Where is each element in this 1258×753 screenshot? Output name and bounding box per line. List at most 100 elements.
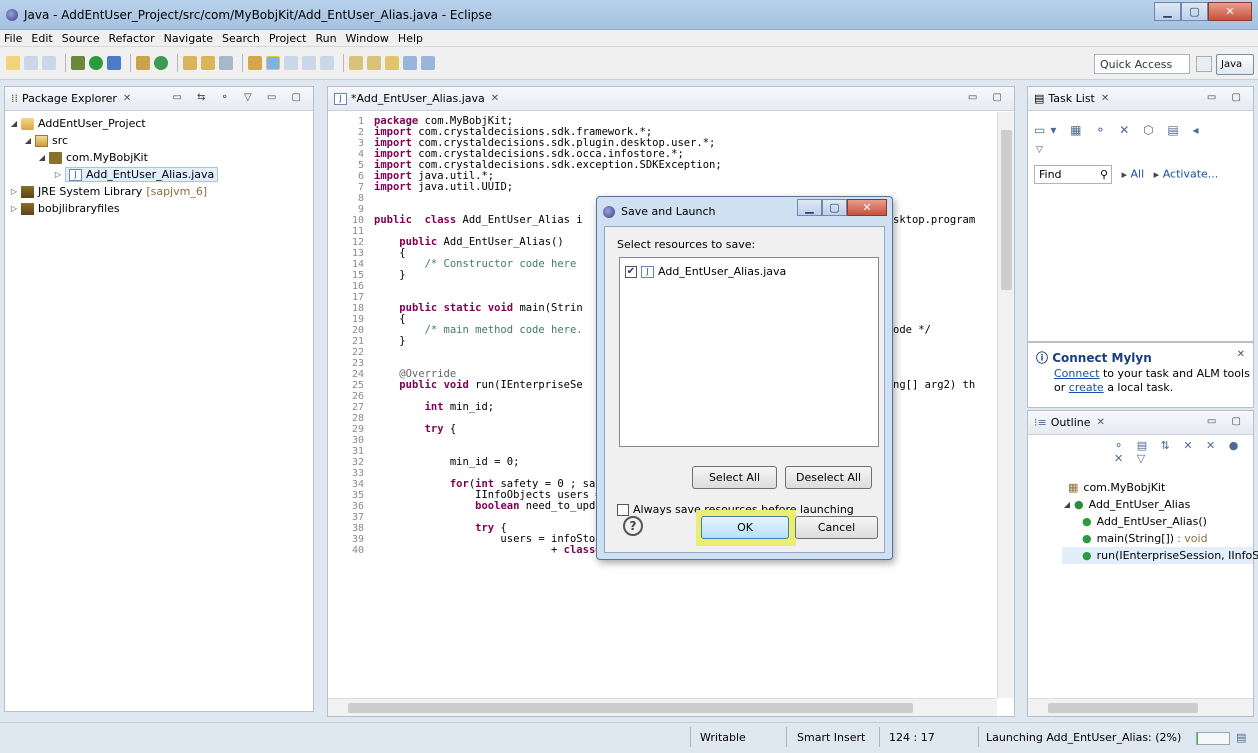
- open-perspective-icon[interactable]: [1196, 56, 1212, 72]
- menu-help[interactable]: Help: [398, 32, 423, 45]
- forward-icon[interactable]: [421, 56, 435, 70]
- menu-project[interactable]: Project: [269, 32, 307, 45]
- close-icon[interactable]: ✕: [1237, 349, 1245, 360]
- view-controls[interactable]: ▭ ⇆ ⚬ ▽ ▭ ▢: [172, 92, 307, 103]
- vertical-scrollbar[interactable]: [997, 112, 1014, 698]
- minimize-button[interactable]: ▁: [1154, 2, 1181, 21]
- new-class-icon[interactable]: [154, 56, 168, 70]
- horizontal-scrollbar[interactable]: [328, 698, 997, 716]
- outline-item[interactable]: ◢ ● Add_EntUser_Alias: [1062, 496, 1253, 513]
- block-selection-icon[interactable]: [302, 56, 316, 70]
- debug-icon[interactable]: [71, 56, 85, 70]
- tree-item-src[interactable]: ◢ src: [9, 132, 313, 149]
- toggle-mark-icon[interactable]: [248, 56, 262, 70]
- line-number: 32: [351, 457, 364, 468]
- close-button[interactable]: ✕: [1208, 2, 1252, 21]
- java-perspective-label: Java: [1221, 59, 1243, 70]
- menu-navigate[interactable]: Navigate: [164, 32, 213, 45]
- outline-item[interactable]: ● run(IEnterpriseSession, IInfoS: [1062, 547, 1258, 564]
- activate-link[interactable]: Activate...: [1163, 168, 1219, 181]
- view-menu-icon[interactable]: ▽: [1036, 145, 1043, 155]
- help-icon[interactable]: ?: [623, 516, 643, 536]
- word-wrap-icon[interactable]: [320, 56, 334, 70]
- resource-item[interactable]: ✔ J Add_EntUser_Alias.java: [625, 265, 786, 278]
- show-whitespace-icon[interactable]: [284, 56, 298, 70]
- package-explorer-tab[interactable]: Package Explorer: [22, 92, 117, 105]
- all-filter[interactable]: All: [1131, 168, 1145, 181]
- ok-button[interactable]: OK: [701, 516, 789, 539]
- line-number: 31: [351, 446, 364, 457]
- cancel-button[interactable]: Cancel: [795, 516, 878, 539]
- menu-window[interactable]: Window: [346, 32, 389, 45]
- close-view-icon[interactable]: ✕: [1101, 93, 1109, 104]
- dialog-maximize-button[interactable]: ▢: [822, 199, 847, 216]
- dialog-close-button[interactable]: ✕: [847, 199, 887, 216]
- main-toolbar: Quick Access Java: [0, 47, 1258, 80]
- menu-edit[interactable]: Edit: [31, 32, 52, 45]
- view-controls[interactable]: ▭ ▢: [1207, 92, 1247, 103]
- static-method-icon: ●: [1082, 532, 1092, 545]
- close-view-icon[interactable]: ✕: [1097, 417, 1105, 428]
- select-all-button[interactable]: Select All: [692, 466, 777, 489]
- menu-file[interactable]: File: [4, 32, 22, 45]
- outline-item[interactable]: ● Add_EntUser_Alias(): [1062, 513, 1253, 530]
- dialog-minimize-button[interactable]: ▁: [797, 199, 822, 216]
- quick-access-input[interactable]: Quick Access: [1094, 54, 1190, 74]
- back-icon[interactable]: [403, 56, 417, 70]
- new-icon[interactable]: [6, 56, 20, 70]
- line-number: 10: [351, 215, 364, 226]
- external-tools-icon[interactable]: [107, 56, 121, 70]
- outline-header: ⁝≡ Outline ✕ ▭ ▢: [1028, 411, 1253, 435]
- tree-item-jre[interactable]: ▷ JRE System Library [sapjvm_6]: [9, 183, 313, 200]
- line-number: 26: [351, 391, 364, 402]
- view-controls[interactable]: ▭ ▢: [1207, 416, 1247, 427]
- line-number: 6: [357, 171, 364, 182]
- deselect-all-button[interactable]: Deselect All: [785, 466, 872, 489]
- always-save-checkbox[interactable]: [617, 503, 629, 516]
- menu-search[interactable]: Search: [222, 32, 260, 45]
- progress-view-icon[interactable]: ▤: [1236, 731, 1246, 744]
- resource-checkbox[interactable]: ✔: [625, 265, 637, 278]
- connect-link[interactable]: Connect: [1054, 367, 1099, 380]
- tree-item-project[interactable]: ◢ AddEntUser_Project: [9, 115, 313, 132]
- save-icon[interactable]: [24, 56, 38, 70]
- tree-item-bobjlibrary[interactable]: ▷ bobjlibraryfiles: [9, 200, 313, 217]
- menu-refactor[interactable]: Refactor: [109, 32, 155, 45]
- save-all-icon[interactable]: [42, 56, 56, 70]
- maximize-button[interactable]: ▢: [1181, 2, 1208, 21]
- editor-tab[interactable]: *Add_EntUser_Alias.java: [351, 92, 485, 105]
- menu-bar: File Edit Source Refactor Navigate Searc…: [0, 30, 1258, 47]
- toggle-breadcrumb-icon[interactable]: [266, 56, 280, 70]
- tree-item-java-file[interactable]: ▷ J Add_EntUser_Alias.java: [9, 166, 313, 183]
- tree-item-package[interactable]: ◢ com.MyBobjKit: [9, 149, 313, 166]
- run-icon[interactable]: [89, 56, 103, 70]
- last-edit-icon[interactable]: [385, 56, 399, 70]
- line-number: 3: [357, 138, 364, 149]
- previous-annotation-icon[interactable]: [367, 56, 381, 70]
- next-annotation-icon[interactable]: [349, 56, 363, 70]
- open-type-icon[interactable]: [183, 56, 197, 70]
- outline-item[interactable]: ▦ com.MyBobjKit: [1062, 479, 1253, 496]
- resources-list[interactable]: ✔ J Add_EntUser_Alias.java: [619, 257, 879, 447]
- connect-mylyn-panel: ⓘ Connect Mylyn ✕ Connect to your task a…: [1027, 342, 1254, 408]
- horizontal-scrollbar[interactable]: [1028, 698, 1253, 716]
- new-java-project-icon[interactable]: [136, 56, 150, 70]
- close-view-icon[interactable]: ✕: [123, 93, 131, 104]
- line-number: 23: [351, 358, 364, 369]
- code-line: public class Add_EntUser_Alias i: [374, 214, 583, 226]
- outline-tab[interactable]: Outline: [1051, 416, 1091, 429]
- editor-view-controls[interactable]: ▭ ▢: [968, 92, 1008, 103]
- outline-toolbar[interactable]: ⚬ ▤ ⇅ ✕ ✕ ● ✕ ▽: [1114, 439, 1253, 465]
- line-number: 1: [357, 116, 364, 127]
- menu-run[interactable]: Run: [315, 32, 336, 45]
- find-input[interactable]: Find ⚲: [1034, 165, 1112, 184]
- menu-source[interactable]: Source: [62, 32, 100, 45]
- outline-item[interactable]: ● main(String[]) : void: [1062, 530, 1253, 547]
- open-task-icon[interactable]: [201, 56, 215, 70]
- search-icon[interactable]: [219, 56, 233, 70]
- close-tab-icon[interactable]: ✕: [491, 93, 499, 104]
- create-link[interactable]: create: [1069, 381, 1104, 394]
- task-list-toolbar[interactable]: ▭▾ ▦ ⚬ ✕ ⬡ ▤ ◂: [1034, 123, 1204, 137]
- java-perspective-button[interactable]: Java: [1216, 54, 1254, 75]
- task-list-tab[interactable]: Task List: [1048, 92, 1094, 105]
